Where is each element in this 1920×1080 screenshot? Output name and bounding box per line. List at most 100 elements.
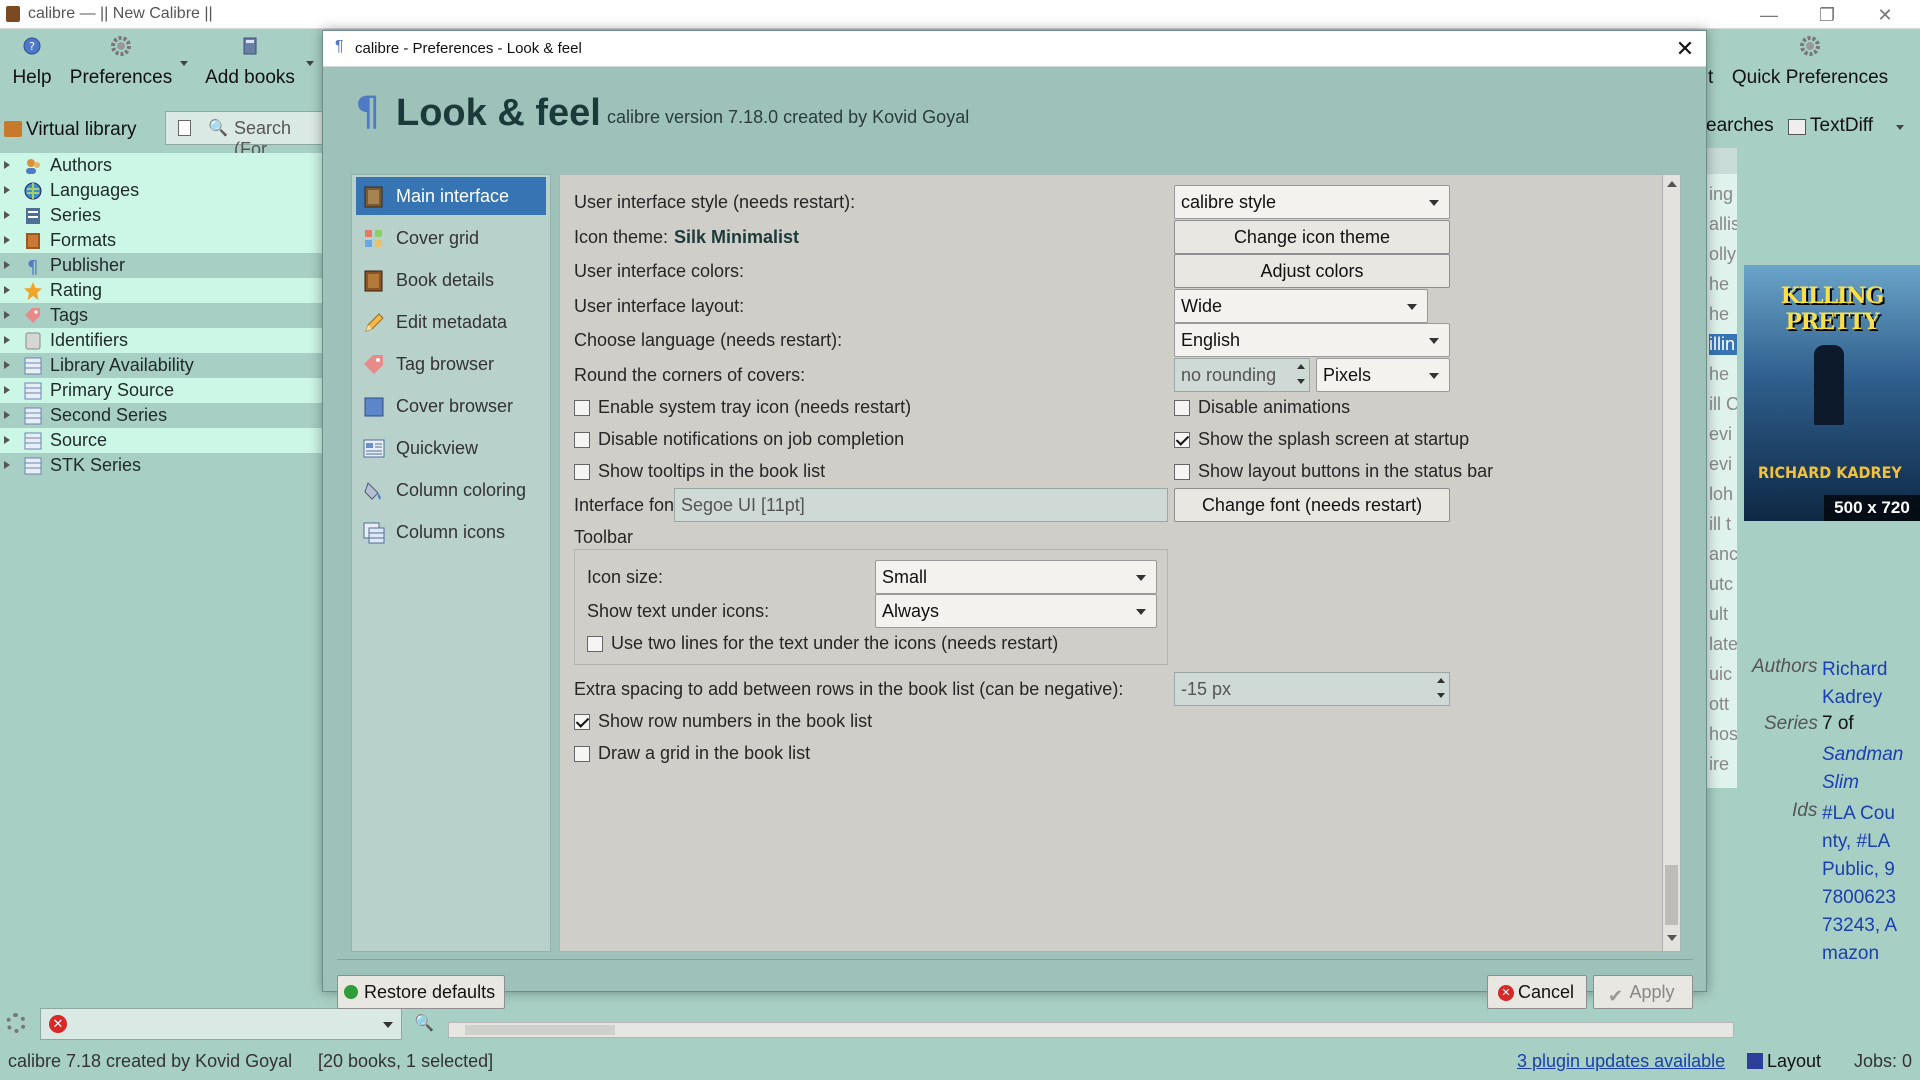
- help-button[interactable]: ? Help: [6, 29, 58, 111]
- book-list-cell[interactable]: ill C: [1709, 394, 1737, 415]
- tag-browser-item-tags[interactable]: Tags: [0, 303, 322, 328]
- adjust-colors-button[interactable]: Adjust colors: [1174, 254, 1450, 288]
- book-list-hscrollbar[interactable]: [448, 1022, 1734, 1038]
- tag-browser-item-stk-series[interactable]: STK Series: [0, 453, 322, 478]
- ui-layout-select[interactable]: Wide: [1174, 289, 1428, 323]
- book-list-cell[interactable]: he: [1709, 364, 1737, 385]
- quick-preferences-button[interactable]: Quick Preferences: [1730, 29, 1890, 111]
- book-list-cell[interactable]: ill t: [1709, 514, 1737, 535]
- layout-button[interactable]: Layout: [1747, 1048, 1827, 1076]
- nav-item-book-details[interactable]: Book details: [356, 261, 546, 299]
- authors-link[interactable]: Richard Kadrey: [1822, 656, 1912, 712]
- nav-item-cover-browser[interactable]: Cover browser: [356, 387, 546, 425]
- plugin-updates-link[interactable]: 3 plugin updates available: [1517, 1051, 1725, 1072]
- tag-browser-item-library-availability[interactable]: Library Availability: [0, 353, 322, 378]
- find-search-icon[interactable]: 🔍: [414, 1013, 434, 1033]
- spin-down-icon[interactable]: [1437, 693, 1445, 698]
- add-books-button[interactable]: Add books: [200, 29, 300, 111]
- scroll-thumb[interactable]: [1665, 865, 1678, 925]
- tag-browser-item-rating[interactable]: Rating: [0, 278, 322, 303]
- round-corners-spinbox[interactable]: no rounding: [1174, 358, 1310, 392]
- book-list-cell[interactable]: ire: [1709, 754, 1737, 775]
- book-list-cell[interactable]: he: [1709, 274, 1737, 295]
- tag-browser-item-languages[interactable]: Languages: [0, 178, 322, 203]
- book-list-cell[interactable]: uic: [1709, 664, 1737, 685]
- tag-browser-item-series[interactable]: Series: [0, 203, 322, 228]
- tag-browser-item-formats[interactable]: Formats: [0, 228, 322, 253]
- tag-browser-find-input[interactable]: ✕: [40, 1008, 402, 1040]
- preferences-dropdown-arrow[interactable]: [180, 61, 188, 66]
- restore-icon[interactable]: ❐: [1804, 2, 1850, 28]
- tag-browser-item-source[interactable]: Source: [0, 428, 322, 453]
- book-list-cell[interactable]: anc: [1709, 544, 1737, 565]
- tag-browser-item-identifiers[interactable]: Identifiers: [0, 328, 322, 353]
- ids-links[interactable]: #LA County, #LA Public, 9780062373243, A…: [1822, 800, 1902, 1030]
- book-list-cell[interactable]: hos: [1709, 724, 1737, 745]
- hscroll-thumb[interactable]: [465, 1025, 615, 1035]
- expand-arrow-icon[interactable]: [4, 361, 10, 369]
- expand-arrow-icon[interactable]: [4, 411, 10, 419]
- apply-button[interactable]: ✔ Apply: [1593, 975, 1693, 1009]
- book-list-cell[interactable]: illin: [1709, 334, 1737, 355]
- book-list-cell[interactable]: evi: [1709, 424, 1737, 445]
- nav-item-cover-grid[interactable]: Cover grid: [356, 219, 546, 257]
- nav-item-column-coloring[interactable]: Column coloring: [356, 471, 546, 509]
- tag-browser-item-authors[interactable]: Authors: [0, 153, 322, 178]
- book-list-cell[interactable]: utc: [1709, 574, 1737, 595]
- expand-arrow-icon[interactable]: [4, 436, 10, 444]
- book-list-cell[interactable]: evi: [1709, 454, 1737, 475]
- round-units-select[interactable]: Pixels: [1316, 358, 1450, 392]
- change-icon-theme-button[interactable]: Change icon theme: [1174, 220, 1450, 254]
- add-books-dropdown-arrow[interactable]: [306, 61, 314, 66]
- nav-item-main-interface[interactable]: Main interface: [356, 177, 546, 215]
- clear-icon[interactable]: ✕: [49, 1015, 67, 1033]
- nav-item-tag-browser[interactable]: Tag browser: [356, 345, 546, 383]
- expand-arrow-icon[interactable]: [4, 286, 10, 294]
- spin-down-icon[interactable]: [1297, 379, 1305, 384]
- icon-size-select[interactable]: Small: [875, 560, 1157, 594]
- textdiff-button[interactable]: TextDiff: [1788, 113, 1916, 143]
- minimize-icon[interactable]: —: [1746, 2, 1792, 28]
- book-list-cell[interactable]: allis: [1709, 214, 1737, 235]
- tag-browser-settings-icon[interactable]: [6, 1013, 26, 1033]
- extra-spacing-spinbox[interactable]: -15 px: [1174, 672, 1450, 706]
- nav-item-edit-metadata[interactable]: Edit metadata: [356, 303, 546, 341]
- book-list-cell[interactable]: late: [1709, 634, 1737, 655]
- scroll-down-icon[interactable]: [1667, 935, 1677, 941]
- book-list-cell[interactable]: loh: [1709, 484, 1737, 505]
- nav-item-quickview[interactable]: Quickview: [356, 429, 546, 467]
- book-list-cell[interactable]: ult: [1709, 604, 1737, 625]
- expand-arrow-icon[interactable]: [4, 211, 10, 219]
- expand-arrow-icon[interactable]: [4, 311, 10, 319]
- dialog-close-icon[interactable]: ✕: [1671, 35, 1699, 63]
- cancel-button[interactable]: ✕ Cancel: [1487, 975, 1587, 1009]
- book-list-cell[interactable]: he: [1709, 304, 1737, 325]
- expand-arrow-icon[interactable]: [4, 461, 10, 469]
- book-cover[interactable]: KILLING PRETTY RICHARD KADREY 500 x 720: [1744, 265, 1920, 521]
- tag-browser-item-primary-source[interactable]: Primary Source: [0, 378, 322, 403]
- expand-arrow-icon[interactable]: [4, 236, 10, 244]
- restore-defaults-button[interactable]: Restore defaults: [337, 975, 505, 1009]
- expand-arrow-icon[interactable]: [4, 161, 10, 169]
- close-window-icon[interactable]: ✕: [1862, 2, 1908, 28]
- search-input[interactable]: 🔍 Search (For: [165, 111, 325, 159]
- spin-up-icon[interactable]: [1297, 364, 1305, 369]
- expand-arrow-icon[interactable]: [4, 261, 10, 269]
- preferences-button[interactable]: Preferences: [68, 29, 174, 111]
- find-dropdown-arrow[interactable]: [383, 1022, 393, 1028]
- textdiff-dropdown-arrow[interactable]: [1896, 125, 1904, 130]
- text-under-icons-select[interactable]: Always: [875, 594, 1157, 628]
- language-select[interactable]: English: [1174, 323, 1450, 357]
- expand-arrow-icon[interactable]: [4, 336, 10, 344]
- scroll-up-icon[interactable]: [1667, 181, 1677, 187]
- expand-arrow-icon[interactable]: [4, 186, 10, 194]
- tag-browser-item-second-series[interactable]: Second Series: [0, 403, 322, 428]
- nav-item-column-icons[interactable]: Column icons: [356, 513, 546, 551]
- book-list-cell[interactable]: olly: [1709, 244, 1737, 265]
- book-list-cell[interactable]: ott: [1709, 694, 1737, 715]
- tag-browser-item-publisher[interactable]: ¶ Publisher: [0, 253, 322, 278]
- book-list-cell[interactable]: ing: [1709, 184, 1737, 205]
- ui-style-select[interactable]: calibre style: [1174, 185, 1450, 219]
- expand-arrow-icon[interactable]: [4, 386, 10, 394]
- saved-searches-button[interactable]: earches: [1706, 115, 1774, 137]
